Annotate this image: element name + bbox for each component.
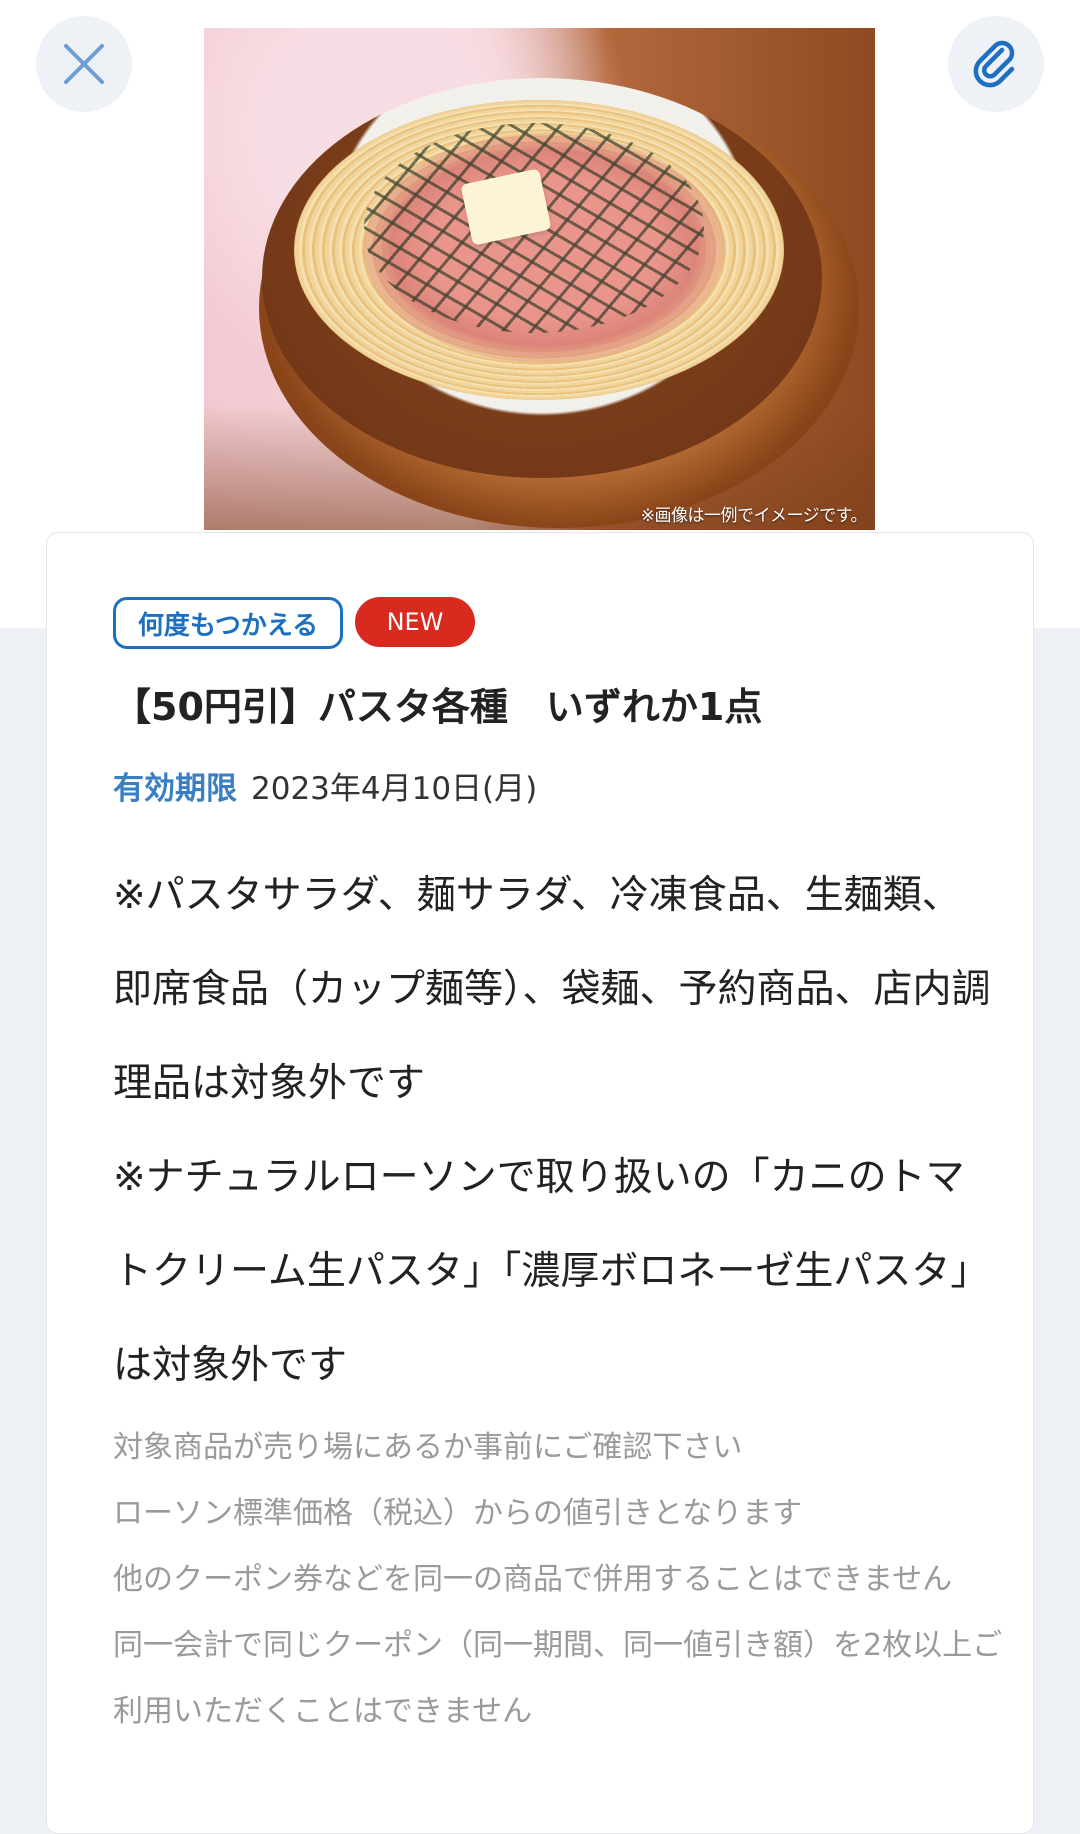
paperclip-icon xyxy=(973,40,1015,88)
close-button[interactable] xyxy=(36,16,132,112)
image-caption: ※画像は一例でイメージです。 xyxy=(640,506,868,526)
validity-row: 有効期限 2023年4月10日(月) xyxy=(113,763,537,808)
terms-item: 同一会計で同じクーポン（同一期間、同一値引き額）を2枚以上ご利用いただくことはで… xyxy=(113,1628,1003,1729)
terms-item: ローソン標準価格（税込）からの値引きとなります xyxy=(113,1496,803,1531)
exclusion-note: ※ナチュラルローソンで取り扱いの「カニのトマトクリーム生パスタ」「濃厚ボロネーゼ… xyxy=(113,1155,990,1388)
attach-link-button[interactable] xyxy=(948,16,1044,112)
exclusion-notes: ※パスタサラダ、麺サラダ、冷凍食品、生麺類、即席食品（カップ麺等）、袋麺、予約商… xyxy=(113,849,993,1413)
close-icon xyxy=(64,44,104,84)
coupon-card: 何度もつかえる NEW 【50円引】パスタ各種 いずれか1点 有効期限 2023… xyxy=(46,532,1034,1834)
coupon-title: 【50円引】パスタ各種 いずれか1点 xyxy=(113,685,763,729)
badge-row: 何度もつかえる NEW xyxy=(113,597,475,649)
validity-label: 有効期限 xyxy=(113,771,237,807)
validity-date: 2023年4月10日(月) xyxy=(251,771,538,807)
exclusion-note: ※パスタサラダ、麺サラダ、冷凍食品、生麺類、即席食品（カップ麺等）、袋麺、予約商… xyxy=(113,873,991,1106)
terms-item: 他のクーポン券などを同一の商品で併用することはできません xyxy=(113,1562,953,1597)
product-image: ※画像は一例でイメージです。 xyxy=(204,28,875,530)
terms-list: 対象商品が売り場にあるか事前にご確認下さい ローソン標準価格（税込）からの値引き… xyxy=(113,1415,1013,1745)
terms-item: 対象商品が売り場にあるか事前にご確認下さい xyxy=(113,1430,743,1465)
new-badge: NEW xyxy=(355,597,475,647)
reusable-badge: 何度もつかえる xyxy=(113,597,343,649)
